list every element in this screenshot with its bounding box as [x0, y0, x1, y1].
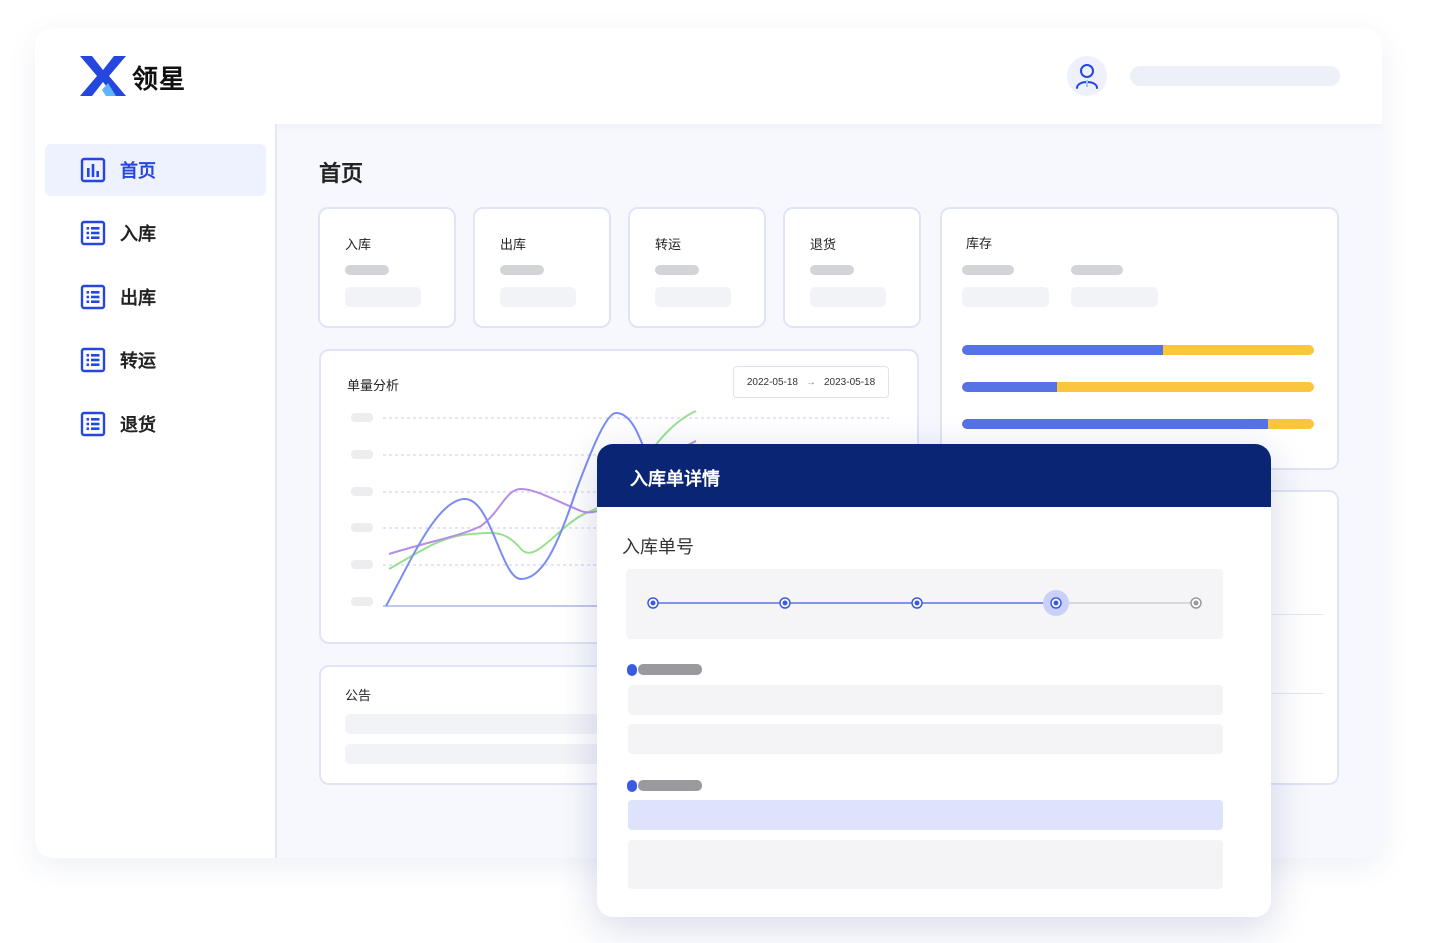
- skeleton-block: [500, 287, 576, 307]
- section-marker: [627, 780, 637, 792]
- stat-card-label: 出库: [500, 237, 527, 252]
- stat-card-transfer[interactable]: 转运: [628, 207, 766, 328]
- inventory-label: 库存: [966, 236, 993, 251]
- list-icon: [80, 347, 106, 373]
- sidebar-item-label: 入库: [120, 224, 156, 244]
- sidebar-item-label: 出库: [120, 288, 156, 308]
- y-tick-placeholder: [351, 487, 373, 496]
- section-title-placeholder: [638, 780, 702, 791]
- user-icon: [1076, 64, 1098, 89]
- inventory-bar-fill: [962, 382, 1058, 392]
- divider: [1272, 693, 1324, 694]
- steps-track: [647, 590, 1202, 616]
- skeleton-line: [1071, 265, 1123, 275]
- inventory-bar-fill: [962, 345, 1163, 355]
- skeleton-line: [500, 265, 544, 275]
- top-header: 领星: [35, 28, 1382, 124]
- dialog-header: 入库单详情: [597, 444, 1271, 507]
- skeleton-line: [810, 265, 854, 275]
- skeleton-block: [345, 287, 421, 307]
- step-5[interactable]: [1190, 597, 1202, 609]
- stat-card-returns[interactable]: 退货: [783, 207, 921, 328]
- detail-row-highlighted[interactable]: [628, 800, 1223, 830]
- y-tick-placeholder: [351, 597, 373, 606]
- list-icon: [80, 411, 106, 437]
- step-2[interactable]: [779, 597, 791, 609]
- skeleton-block: [655, 287, 731, 307]
- inventory-bar-fill: [962, 419, 1269, 429]
- divider: [1272, 614, 1324, 615]
- user-name-placeholder: [1130, 66, 1340, 86]
- inventory-bar: [962, 345, 1314, 355]
- detail-row: [628, 685, 1223, 715]
- notice-label: 公告: [345, 688, 372, 703]
- section-marker: [627, 664, 637, 676]
- dialog-title: 入库单详情: [630, 469, 720, 489]
- inventory-bar: [962, 382, 1314, 392]
- stat-card-label: 退货: [810, 237, 837, 252]
- inventory-bar: [962, 419, 1314, 429]
- y-tick-placeholder: [351, 450, 373, 459]
- sidebar-item-transfer[interactable]: 转运: [45, 334, 266, 386]
- step-1[interactable]: [647, 597, 659, 609]
- bar-chart-icon: [80, 157, 106, 183]
- detail-row: [628, 840, 1223, 889]
- x-logo-icon[interactable]: [80, 56, 126, 96]
- stat-card-label: 转运: [655, 237, 682, 252]
- skeleton-block: [1071, 287, 1158, 307]
- stat-card-outbound[interactable]: 出库: [473, 207, 611, 328]
- skeleton-line: [962, 265, 1014, 275]
- brand-name: 领星: [132, 64, 187, 94]
- sidebar-item-inbound[interactable]: 入库: [45, 207, 266, 259]
- page-title: 首页: [319, 161, 364, 186]
- y-tick-placeholder: [351, 523, 373, 532]
- sidebar-item-outbound[interactable]: 出库: [45, 271, 266, 323]
- skeleton-line: [655, 265, 699, 275]
- sidebar-item-label: 转运: [120, 351, 156, 371]
- sidebar-item-label: 退货: [120, 415, 156, 435]
- sidebar-item-label: 首页: [120, 161, 156, 181]
- section-title-placeholder: [638, 664, 702, 675]
- avatar[interactable]: [1067, 56, 1107, 96]
- detail-row: [628, 724, 1223, 754]
- skeleton-block: [810, 287, 886, 307]
- step-4-current[interactable]: [1043, 590, 1069, 616]
- stat-card-label: 入库: [345, 237, 372, 252]
- stat-card-inbound[interactable]: 入库: [318, 207, 456, 328]
- skeleton-line: [345, 265, 389, 275]
- order-number-label: 入库单号: [622, 537, 694, 557]
- list-icon: [80, 284, 106, 310]
- sidebar-item-returns[interactable]: 退货: [45, 398, 266, 450]
- step-3[interactable]: [911, 597, 923, 609]
- y-tick-placeholder: [351, 560, 373, 569]
- skeleton-block: [962, 287, 1049, 307]
- y-axis-ticks: [351, 413, 373, 606]
- sidebar-item-home[interactable]: 首页: [45, 144, 266, 196]
- list-icon: [80, 220, 106, 246]
- progress-steps: [626, 569, 1223, 639]
- y-tick-placeholder: [351, 413, 373, 422]
- inbound-detail-dialog: 入库单详情 入库单号: [597, 444, 1271, 917]
- sidebar: 首页 入库 出库 转运 退货: [35, 124, 277, 858]
- inventory-card: 库存: [940, 207, 1339, 470]
